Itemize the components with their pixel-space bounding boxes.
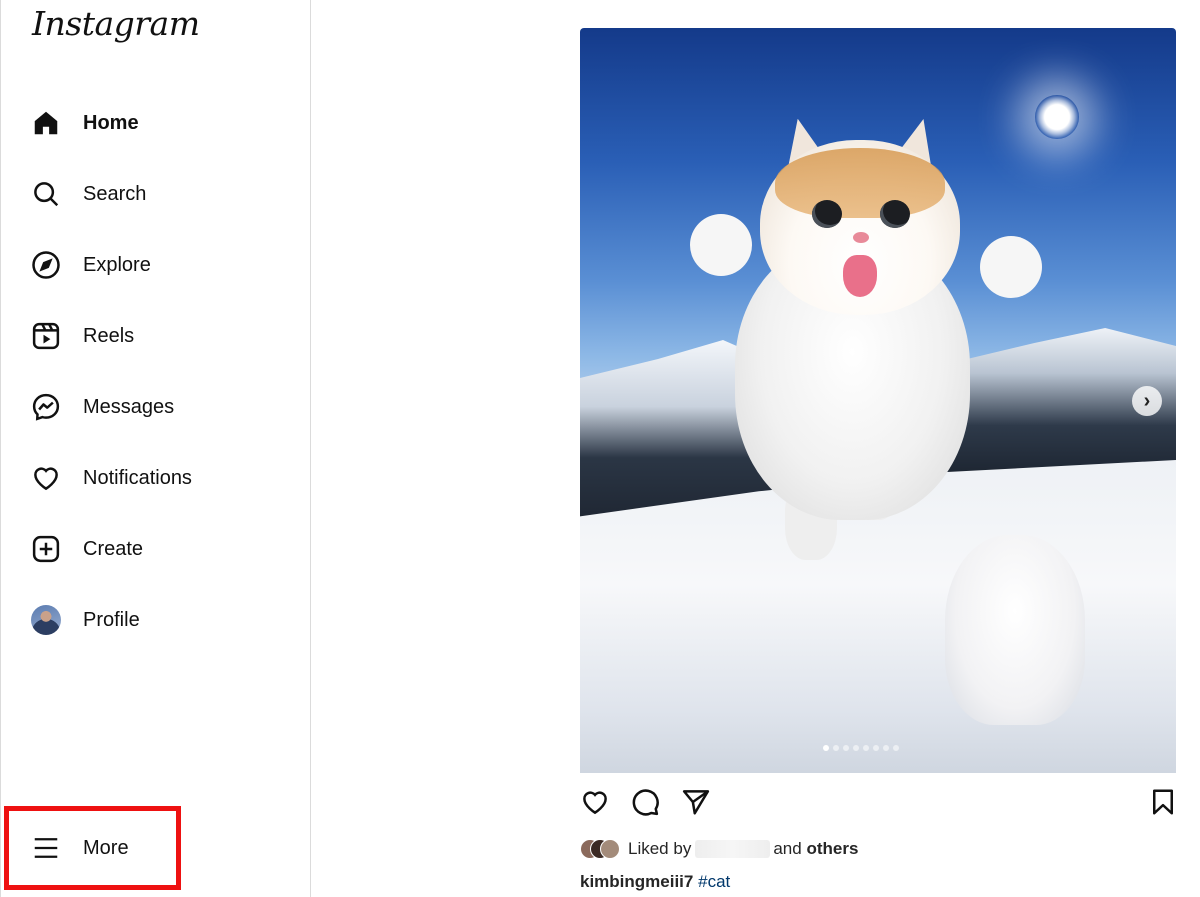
heart-icon — [31, 463, 61, 493]
carousel-dot — [873, 745, 879, 751]
sidebar-item-label: Profile — [83, 608, 140, 631]
liked-by-row: Liked by and others — [580, 838, 858, 860]
post-caption: kimbingmeiii7 #cat — [580, 872, 730, 892]
cat-paw-graphic — [980, 236, 1042, 298]
carousel-dot — [883, 745, 889, 751]
cat-fur-patch-graphic — [775, 148, 945, 218]
carousel-dot — [893, 745, 899, 751]
chevron-right-icon: › — [1143, 389, 1151, 412]
sidebar-item-more[interactable]: More — [19, 820, 179, 876]
search-icon — [31, 179, 61, 209]
carousel-dot — [823, 745, 829, 751]
sidebar-item-reels[interactable]: Reels — [19, 308, 289, 364]
compass-icon — [31, 250, 61, 280]
sidebar-item-label: Home — [83, 111, 139, 134]
caption-username[interactable]: kimbingmeiii7 — [580, 872, 693, 891]
sidebar-item-label: More — [83, 836, 129, 859]
carousel-dot — [843, 745, 849, 751]
sidebar-nav: Instagram Home Search Explore Reels Mess… — [0, 0, 311, 897]
sidebar-item-messages[interactable]: Messages — [19, 379, 289, 435]
share-button[interactable] — [681, 787, 713, 819]
messenger-icon — [31, 392, 61, 422]
sidebar-item-label: Explore — [83, 253, 151, 276]
carousel-dot — [863, 745, 869, 751]
post-action-bar — [580, 787, 1176, 821]
home-icon — [31, 108, 61, 138]
snow-cat-sculpture-graphic — [945, 535, 1085, 725]
sidebar-item-explore[interactable]: Explore — [19, 237, 289, 293]
carousel-dots — [823, 745, 899, 751]
avatar — [31, 605, 61, 635]
plus-square-icon — [31, 534, 61, 564]
sidebar-item-label: Search — [83, 182, 147, 205]
sidebar-item-create[interactable]: Create — [19, 521, 289, 577]
cat-paw-graphic — [690, 214, 752, 276]
profile-avatar — [31, 605, 61, 635]
liked-by-avatars[interactable] — [580, 839, 620, 859]
bookmark-icon — [1148, 789, 1178, 821]
carousel-dot — [833, 745, 839, 751]
comment-button[interactable] — [630, 787, 662, 819]
like-button[interactable] — [580, 787, 612, 819]
sidebar-item-label: Reels — [83, 324, 135, 347]
instagram-logo[interactable]: Instagram — [32, 4, 200, 43]
sidebar-item-search[interactable]: Search — [19, 166, 289, 222]
sidebar-item-home[interactable]: Home — [19, 95, 289, 151]
cat-nose-graphic — [853, 232, 869, 243]
comment-icon — [630, 789, 660, 821]
sidebar-item-profile[interactable]: Profile — [19, 592, 289, 648]
blurred-username[interactable] — [695, 840, 771, 858]
sun-graphic — [1035, 95, 1079, 139]
cat-eye-graphic — [880, 200, 910, 228]
send-icon — [681, 790, 711, 821]
sidebar-item-label: Notifications — [83, 466, 192, 489]
caption-hashtag[interactable]: #cat — [698, 872, 730, 891]
avatar — [600, 839, 620, 859]
liked-by-and: and — [773, 839, 802, 858]
heart-icon — [580, 791, 610, 821]
cat-tongue-graphic — [843, 255, 877, 297]
liked-by-prefix: Liked by — [628, 839, 692, 858]
cat-eye-graphic — [812, 200, 842, 228]
reels-icon — [31, 321, 61, 351]
carousel-next-button[interactable]: › — [1132, 386, 1162, 416]
sidebar-item-notifications[interactable]: Notifications — [19, 450, 289, 506]
save-button[interactable] — [1148, 787, 1180, 819]
liked-by-others-link[interactable]: others — [806, 839, 858, 859]
sidebar-item-label: Messages — [83, 395, 175, 418]
sidebar-item-label: Create — [83, 537, 144, 560]
hamburger-menu-icon — [31, 833, 61, 863]
carousel-dot — [853, 745, 859, 751]
